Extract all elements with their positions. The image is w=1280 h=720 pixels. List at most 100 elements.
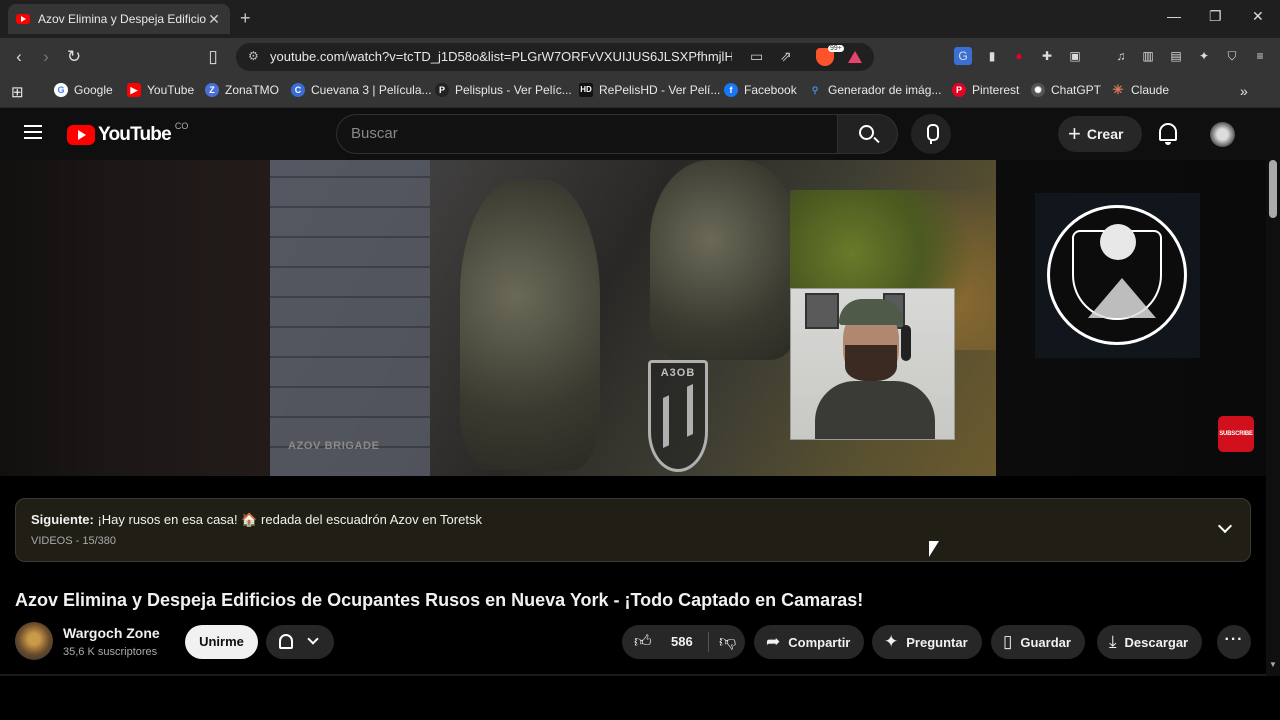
- youtube-logo[interactable]: YouTube CO: [67, 121, 189, 146]
- pinterest-extension-icon[interactable]: ●: [1010, 47, 1028, 65]
- divider: [708, 632, 709, 652]
- more-bookmarks-icon[interactable]: »: [1240, 83, 1248, 99]
- vpn-shield-icon[interactable]: ⛉: [1223, 47, 1241, 65]
- tab-title: Azov Elimina y Despeja Edificios: [38, 12, 206, 26]
- bookmark-pinterest[interactable]: P Pinterest: [952, 83, 1019, 97]
- search-input[interactable]: Buscar: [336, 114, 838, 154]
- forward-icon[interactable]: ›: [36, 47, 56, 67]
- search-icon: [859, 125, 874, 140]
- bookmark-youtube[interactable]: ▶ YouTube: [127, 83, 194, 97]
- brave-rewards-icon[interactable]: [848, 51, 862, 63]
- bookmark-label: Facebook: [744, 83, 797, 97]
- divider: [0, 674, 1266, 676]
- video-player[interactable]: A3OB AZOV BRIGADE SUBSCRIBE: [0, 160, 1266, 476]
- share-icon: ➦: [766, 632, 781, 651]
- like-dislike-group: 👍︎ 586 👎︎: [622, 625, 745, 659]
- share-button[interactable]: ➦ Compartir: [754, 625, 865, 659]
- sidebar-icon[interactable]: ▥: [1139, 47, 1157, 65]
- like-count[interactable]: 586: [671, 634, 693, 649]
- screenshot-icon[interactable]: ▣: [1066, 47, 1084, 65]
- emblem-text: A3OB: [660, 367, 696, 379]
- bookmark-google[interactable]: G Google: [54, 83, 113, 97]
- reload-icon[interactable]: ↻: [64, 47, 84, 67]
- chevron-down-icon: [307, 633, 319, 645]
- more-actions-button[interactable]: ···: [1217, 625, 1251, 659]
- bookmark-chatgpt[interactable]: ✺ ChatGPT: [1031, 83, 1101, 97]
- ask-button[interactable]: ✦ Preguntar: [872, 625, 982, 659]
- browser-tab[interactable]: Azov Elimina y Despeja Edificios ✕: [8, 4, 230, 34]
- subscribe-watermark-button[interactable]: SUBSCRIBE: [1218, 416, 1254, 452]
- new-tab-icon[interactable]: +: [240, 8, 251, 29]
- bookmark-label: Generador de imág...: [828, 83, 942, 97]
- pelisplus-icon: P: [435, 83, 449, 97]
- back-icon[interactable]: ‹: [9, 47, 29, 67]
- url-field[interactable]: ⚙ youtube.com/watch?v=tcTD_j1D58o&list=P…: [236, 43, 874, 71]
- wallet-icon[interactable]: ▤: [1167, 47, 1185, 65]
- download-button[interactable]: ⤓ Descargar: [1097, 625, 1203, 659]
- next-prefix: Siguiente:: [31, 512, 94, 527]
- mouse-cursor-icon: [929, 541, 939, 557]
- notification-preferences-button[interactable]: [266, 625, 334, 659]
- playlist-panel-collapsed[interactable]: Siguiente: ¡Hay rusos en esa casa! 🏠 red…: [15, 498, 1251, 562]
- scroll-down-arrow-icon[interactable]: ▼: [1269, 660, 1277, 669]
- bookmark-claude[interactable]: ✳ Claude: [1111, 83, 1169, 98]
- notifications-icon[interactable]: [1159, 123, 1177, 145]
- playlist-count: VIDEOS - 15/380: [31, 535, 116, 547]
- google-icon: G: [54, 83, 68, 97]
- bookmark-label: Pinterest: [972, 83, 1020, 97]
- bookmark-label: YouTube: [147, 83, 195, 97]
- media-icon[interactable]: ♫: [1112, 47, 1130, 65]
- bookmark-repelishd[interactable]: HD RePelisHD - Ver Pelí...: [579, 83, 720, 97]
- guide-menu-icon[interactable]: [24, 125, 42, 139]
- apps-grid-icon[interactable]: ⊞: [11, 83, 24, 101]
- account-avatar[interactable]: [1210, 122, 1235, 147]
- create-button[interactable]: + Crear: [1058, 116, 1142, 152]
- bookmark-icon[interactable]: ▯: [203, 47, 223, 67]
- youtube-header: YouTube CO Buscar + Crear: [0, 108, 1280, 160]
- bookmark-cuevana[interactable]: C Cuevana 3 | Película...: [291, 83, 432, 97]
- logo-moon: [1100, 224, 1136, 260]
- menu-icon[interactable]: ≡: [1251, 47, 1269, 65]
- video-frame[interactable]: A3OB AZOV BRIGADE: [270, 160, 996, 476]
- cuevana-icon: C: [291, 83, 305, 97]
- dislike-icon[interactable]: 👎︎: [719, 631, 736, 652]
- next-title: ¡Hay rusos en esa casa! 🏠 redada del esc…: [97, 512, 482, 527]
- soldier-figure: [460, 180, 600, 470]
- cast-icon[interactable]: ▭: [750, 48, 763, 65]
- url-text[interactable]: youtube.com/watch?v=tcTD_j1D58o&list=PLG…: [270, 49, 732, 64]
- soldier-figure: [650, 160, 800, 360]
- close-tab-icon[interactable]: ✕: [206, 11, 222, 28]
- save-button[interactable]: ▯ Guardar: [991, 625, 1085, 659]
- search-button[interactable]: [838, 114, 898, 154]
- channel-avatar[interactable]: [15, 622, 53, 660]
- extension-icon[interactable]: ▮: [983, 47, 1001, 65]
- site-settings-icon[interactable]: ⚙: [248, 49, 259, 63]
- bookmark-save-icon: ▯: [1003, 632, 1013, 651]
- brick-wall: [270, 160, 430, 476]
- extensions-puzzle-icon[interactable]: ✚: [1038, 47, 1056, 65]
- chevron-down-icon[interactable]: [1217, 518, 1233, 534]
- translate-extension-icon[interactable]: G: [954, 47, 972, 65]
- zonatmo-icon: Z: [205, 83, 219, 97]
- maximize-icon[interactable]: ❐: [1209, 8, 1222, 25]
- voice-search-icon[interactable]: [911, 114, 951, 154]
- address-bar-row: ‹ › ↻ ▯ ⚙ youtube.com/watch?v=tcTD_j1D58…: [0, 38, 1280, 76]
- join-button[interactable]: Unirme: [185, 625, 258, 659]
- page-scrollbar[interactable]: ▼: [1266, 160, 1280, 676]
- country-code: CO: [174, 121, 189, 131]
- channel-name[interactable]: Wargoch Zone: [63, 625, 160, 641]
- pinterest-icon: P: [952, 83, 966, 97]
- like-icon[interactable]: 👍︎: [634, 631, 652, 652]
- bookmark-generador[interactable]: ⚲ Generador de imág...: [808, 83, 942, 97]
- share-page-icon[interactable]: ⇗: [780, 48, 792, 65]
- close-window-icon[interactable]: ✕: [1252, 8, 1264, 25]
- scrollbar-thumb[interactable]: [1269, 160, 1277, 218]
- channel-wolf-logo: [1035, 193, 1200, 358]
- minimize-icon[interactable]: —: [1167, 8, 1181, 24]
- bookmark-facebook[interactable]: f Facebook: [724, 83, 797, 97]
- share-label: Compartir: [788, 634, 851, 650]
- bookmark-pelisplus[interactable]: P Pelisplus - Ver Pelíc...: [435, 83, 572, 97]
- leo-ai-icon[interactable]: ✦: [1195, 47, 1213, 65]
- plus-icon: +: [1068, 121, 1081, 146]
- bookmark-zonatmo[interactable]: Z ZonaTMO: [205, 83, 279, 97]
